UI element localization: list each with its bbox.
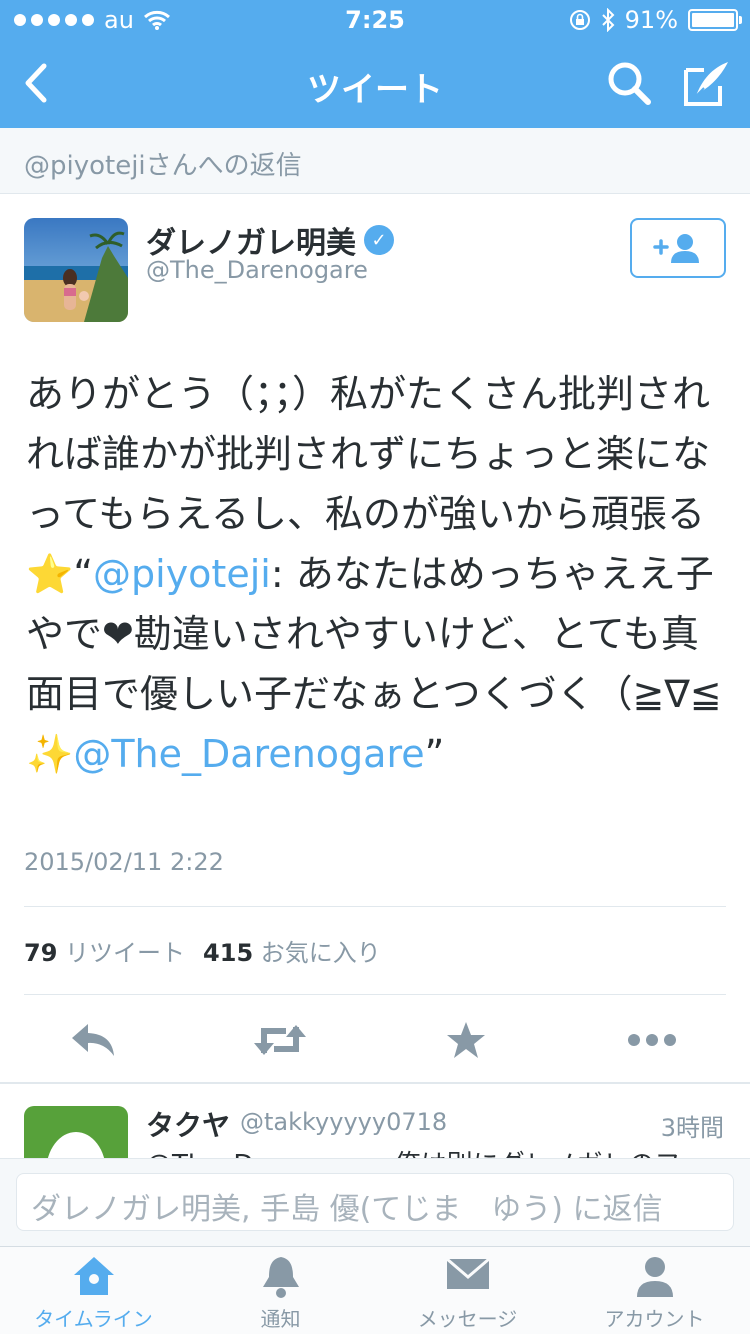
reply-bar: ダレノガレ明美, 手島 優(てじま ゆう) に返信	[0, 1158, 750, 1246]
star-icon	[447, 1022, 485, 1058]
search-icon[interactable]	[604, 58, 654, 108]
battery-icon	[688, 9, 742, 31]
mention-link[interactable]: @piyoteji	[93, 552, 271, 596]
retweet-stat[interactable]: 79 リツイート	[24, 933, 185, 968]
section-separator	[0, 1082, 750, 1084]
tweet-actions	[0, 1010, 750, 1070]
author-handle[interactable]: @The_Darenogare	[146, 256, 368, 284]
tab-messages[interactable]: メッセージ	[374, 1247, 561, 1334]
envelope-icon	[445, 1257, 490, 1289]
tab-account[interactable]: アカウント	[561, 1247, 748, 1334]
favorite-stat[interactable]: 415 お気に入り	[203, 933, 381, 968]
nav-bar: ツイート	[0, 40, 750, 128]
divider	[24, 906, 726, 907]
status-bar: au 7:25 91%	[0, 0, 750, 40]
top-bar: au 7:25 91% ツイート	[0, 0, 750, 128]
avatar[interactable]	[24, 218, 128, 322]
reply-input[interactable]: ダレノガレ明美, 手島 優(てじま ゆう) に返信	[16, 1173, 734, 1231]
tweet-text-part3: ”	[424, 732, 445, 776]
favorite-label: お気に入り	[260, 939, 381, 967]
follow-button[interactable]	[630, 218, 726, 278]
retweet-button[interactable]	[250, 1018, 310, 1062]
favorite-button[interactable]	[436, 1018, 496, 1062]
tab-bar: タイムライン 通知 メッセージ アカウント	[0, 1246, 750, 1334]
tab-label: メッセージ	[417, 1307, 518, 1331]
verified-badge-icon: ✓	[364, 225, 394, 255]
tweet-text: ありがとう（；；）私がたくさん批判されれば誰かが批判されずにちょっと楽になっても…	[26, 364, 726, 784]
tweet-stats: 79 リツイート 415 お気に入り	[24, 933, 381, 968]
favorite-count: 415	[203, 939, 254, 967]
tab-timeline[interactable]: タイムライン	[0, 1247, 187, 1334]
add-user-icon	[653, 234, 699, 263]
tab-label: 通知	[260, 1307, 301, 1331]
status-right: 91%	[569, 6, 742, 34]
tab-label: タイムライン	[34, 1307, 153, 1331]
person-icon	[636, 1257, 673, 1297]
bluetooth-icon	[601, 8, 615, 32]
tab-label: アカウント	[604, 1307, 705, 1331]
mention-link[interactable]: @The_Darenogare	[73, 732, 424, 776]
home-icon	[73, 1257, 114, 1295]
reply-to-header: @piyotejiさんへの返信	[0, 128, 750, 194]
rotation-lock-icon	[569, 10, 590, 30]
reply-icon	[72, 1024, 114, 1056]
retweet-count: 79	[24, 939, 58, 967]
more-icon	[628, 1034, 676, 1046]
retweet-label: リツイート	[65, 939, 186, 967]
tweet-timestamp: 2015/02/11 2:22	[24, 848, 224, 876]
retweet-icon	[254, 1025, 306, 1055]
divider	[24, 994, 726, 995]
bell-icon	[262, 1257, 299, 1298]
reply-author-name[interactable]: タクヤ	[146, 1104, 230, 1144]
tab-notifications[interactable]: 通知	[187, 1247, 374, 1334]
reply-author-handle[interactable]: @takkyyyyy0718	[240, 1108, 447, 1136]
more-button[interactable]	[622, 1018, 682, 1062]
battery-percent: 91%	[624, 6, 678, 34]
reply-time: 3時間	[660, 1114, 724, 1142]
compose-icon[interactable]	[682, 58, 732, 108]
reply-button[interactable]	[64, 1018, 124, 1062]
